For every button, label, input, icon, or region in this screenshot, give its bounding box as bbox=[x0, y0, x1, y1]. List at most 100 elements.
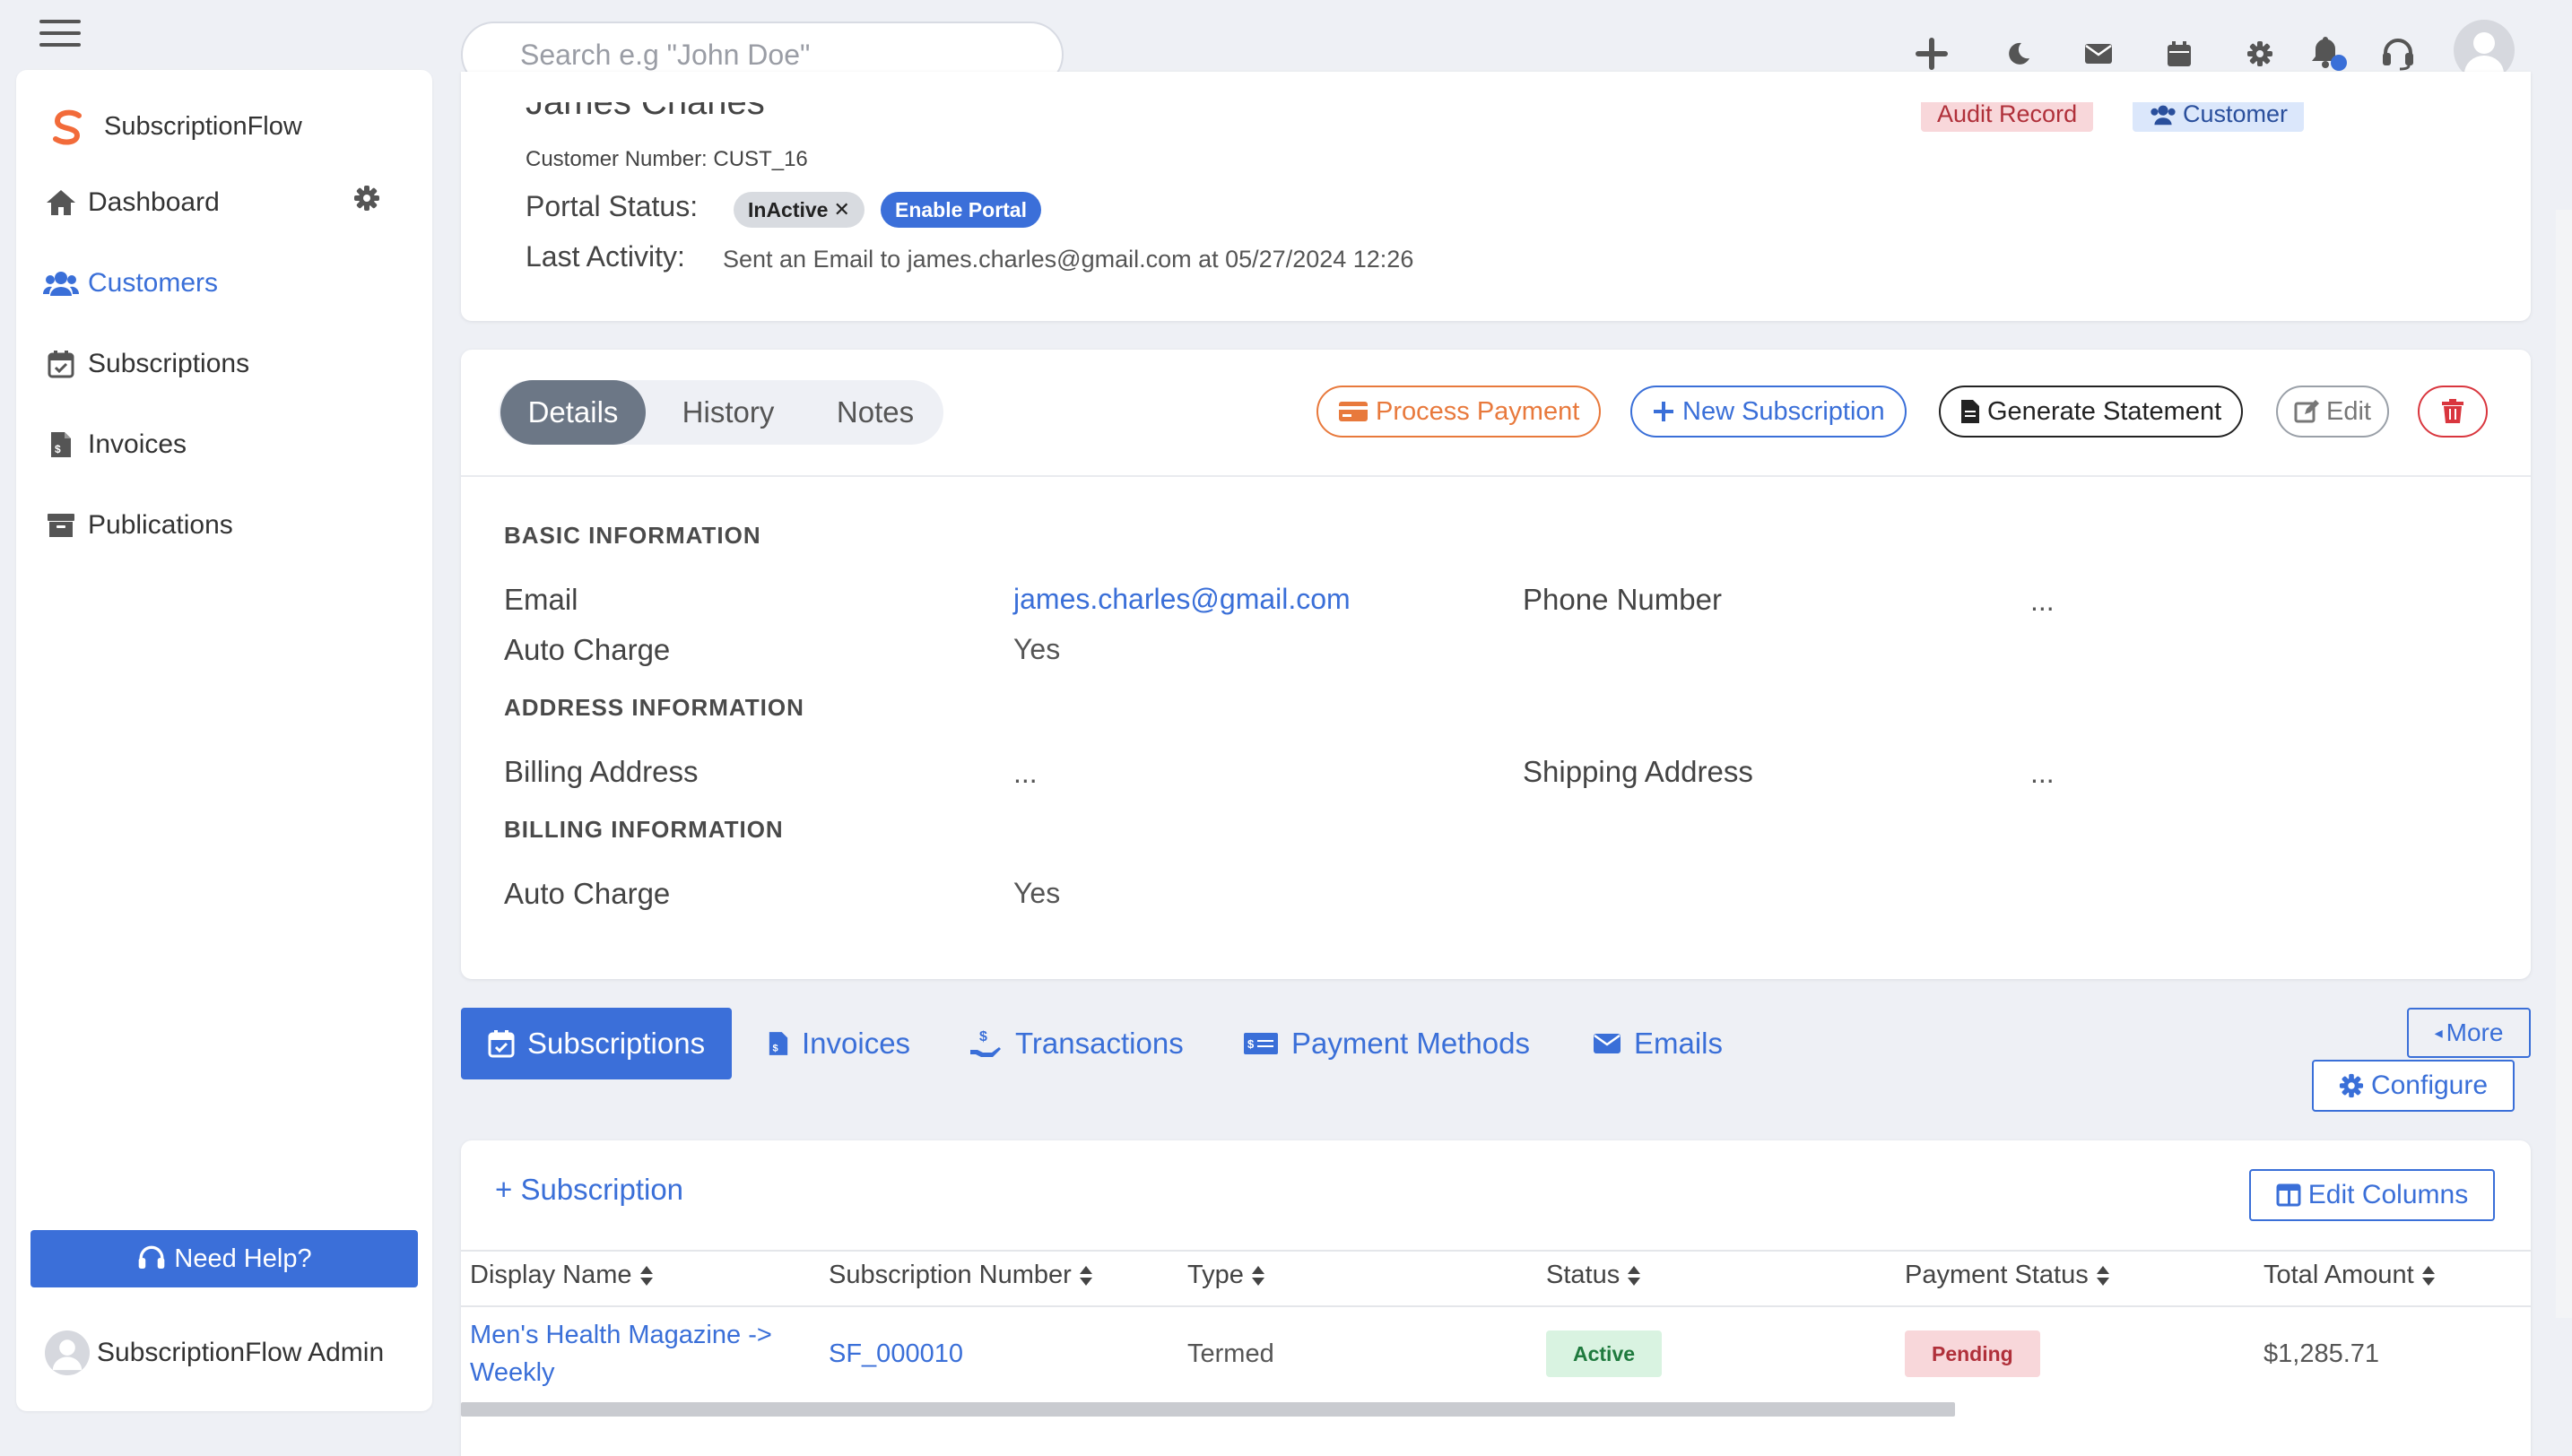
horizontal-scrollbar[interactable] bbox=[461, 1402, 1955, 1417]
credit-card-icon bbox=[1339, 402, 1368, 421]
customer-badge-label: Customer bbox=[2183, 100, 2289, 127]
gear-icon[interactable] bbox=[2238, 32, 2281, 75]
sidebar-item-label: Invoices bbox=[88, 429, 187, 459]
svg-text:$: $ bbox=[1247, 1037, 1255, 1051]
column-header-payment-status[interactable]: Payment Status bbox=[1905, 1261, 2110, 1290]
tab-transactions[interactable]: $ Transactions bbox=[942, 1008, 1211, 1079]
column-header-label: Total Amount bbox=[2264, 1261, 2414, 1289]
envelope-icon[interactable] bbox=[2077, 32, 2120, 75]
display-name-line: Men's Health Magazine -> bbox=[470, 1321, 772, 1349]
tab-label: Payment Methods bbox=[1291, 1027, 1530, 1060]
sidebar-item-dashboard[interactable]: Dashboard bbox=[43, 178, 220, 228]
plus-icon bbox=[1654, 402, 1673, 421]
sidebar-item-invoices[interactable]: $ Invoices bbox=[43, 420, 187, 470]
tab-subscriptions[interactable]: Subscriptions bbox=[461, 1008, 733, 1079]
column-header-subscription-number[interactable]: Subscription Number bbox=[829, 1261, 1093, 1290]
column-header-type[interactable]: Type bbox=[1187, 1261, 1265, 1290]
tab-label: Transactions bbox=[1015, 1027, 1184, 1060]
dashboard-settings-gear-icon[interactable] bbox=[353, 185, 386, 217]
basic-information-heading: BASIC INFORMATION bbox=[504, 522, 761, 549]
brand[interactable]: SubscriptionFlow bbox=[48, 104, 302, 149]
calendar-check-icon bbox=[488, 1030, 515, 1058]
calendar-check-icon bbox=[43, 346, 79, 382]
file-icon bbox=[1961, 400, 1979, 423]
admin-profile[interactable]: SubscriptionFlow Admin bbox=[45, 1330, 384, 1375]
edit-columns-label: Edit Columns bbox=[2307, 1180, 2469, 1209]
bell-icon[interactable] bbox=[2307, 32, 2350, 75]
tab-invoices[interactable]: $ Invoices bbox=[741, 1008, 937, 1079]
tab-payment-methods[interactable]: $ Payment Methods bbox=[1216, 1008, 1557, 1079]
configure-button[interactable]: Configure bbox=[2312, 1060, 2515, 1112]
caret-left-icon: ◂ bbox=[2434, 1023, 2443, 1042]
email-value[interactable]: james.charles@gmail.com bbox=[1013, 583, 1351, 616]
close-icon[interactable]: ✕ bbox=[833, 198, 849, 221]
users-icon bbox=[2151, 105, 2176, 125]
column-header-total-amount[interactable]: Total Amount bbox=[2264, 1261, 2436, 1290]
column-header-display-name[interactable]: Display Name bbox=[470, 1261, 654, 1290]
status-badge: Active bbox=[1546, 1330, 1663, 1377]
need-help-label: Need Help? bbox=[174, 1244, 312, 1273]
portal-status-value: InActive bbox=[748, 197, 829, 221]
add-subscription-link[interactable]: + Subscription bbox=[495, 1173, 683, 1207]
edit-icon bbox=[2294, 400, 2319, 423]
sort-icon bbox=[1079, 1265, 1092, 1286]
hamburger-menu-icon[interactable] bbox=[39, 20, 81, 50]
subscription-number-link[interactable]: SF_000010 bbox=[829, 1335, 963, 1373]
portal-status-label: Portal Status: bbox=[526, 190, 699, 222]
generate-statement-label: Generate Statement bbox=[1987, 396, 2222, 426]
shipping-address-value: ... bbox=[2030, 757, 2055, 789]
process-payment-button[interactable]: Process Payment bbox=[1316, 386, 1602, 438]
generate-statement-button[interactable]: Generate Statement bbox=[1939, 386, 2244, 438]
portal-status-badge[interactable]: InActive ✕ bbox=[734, 192, 865, 228]
svg-text:$: $ bbox=[979, 1029, 987, 1044]
subscription-display-name-link[interactable]: Men's Health Magazine -> Weekly bbox=[470, 1316, 772, 1391]
total-amount: $1,285.71 bbox=[2264, 1339, 2380, 1368]
last-activity-label: Last Activity: bbox=[526, 240, 685, 273]
tab-details[interactable]: Details bbox=[500, 380, 646, 445]
delete-button[interactable] bbox=[2418, 386, 2488, 438]
trash-icon bbox=[2442, 399, 2463, 423]
archive-icon bbox=[43, 507, 79, 543]
sort-icon bbox=[1628, 1265, 1641, 1286]
vertical-scrollbar[interactable] bbox=[2556, 210, 2572, 1318]
headset-icon[interactable] bbox=[2376, 32, 2420, 75]
new-subscription-label: New Subscription bbox=[1682, 396, 1885, 426]
sort-icon bbox=[639, 1265, 653, 1286]
calendar-icon[interactable] bbox=[2158, 32, 2201, 75]
edit-columns-button[interactable]: Edit Columns bbox=[2249, 1169, 2495, 1221]
shipping-address-label: Shipping Address bbox=[1523, 755, 1753, 788]
users-icon bbox=[43, 265, 79, 301]
sidebar-item-publications[interactable]: Publications bbox=[43, 500, 233, 550]
moon-icon[interactable] bbox=[1996, 32, 2039, 75]
email-label: Email bbox=[504, 583, 578, 616]
tab-notes[interactable]: Notes bbox=[807, 380, 943, 445]
sidebar-item-label: Dashboard bbox=[88, 187, 220, 217]
enable-portal-button[interactable]: Enable Portal bbox=[881, 192, 1041, 228]
configure-label: Configure bbox=[2370, 1070, 2489, 1100]
column-header-label: Payment Status bbox=[1905, 1261, 2089, 1289]
svg-text:$: $ bbox=[55, 443, 61, 455]
brand-name: SubscriptionFlow bbox=[104, 111, 302, 141]
column-header-status[interactable]: Status bbox=[1546, 1261, 1641, 1290]
customer-number: Customer Number: CUST_16 bbox=[526, 147, 808, 171]
new-subscription-button[interactable]: New Subscription bbox=[1630, 386, 1907, 438]
tab-label: Emails bbox=[1634, 1027, 1724, 1060]
more-label: More bbox=[2446, 1018, 2504, 1046]
more-button[interactable]: ◂ More bbox=[2407, 1008, 2531, 1058]
sidebar-item-customers[interactable]: Customers bbox=[43, 258, 218, 308]
column-header-label: Status bbox=[1546, 1261, 1621, 1289]
tab-history[interactable]: History bbox=[655, 380, 802, 445]
tab-emails[interactable]: Emails bbox=[1566, 1008, 1750, 1079]
svg-text:$: $ bbox=[773, 1043, 778, 1053]
need-help-button[interactable]: Need Help? bbox=[30, 1230, 418, 1287]
table-header-border bbox=[461, 1305, 2531, 1307]
plus-icon[interactable] bbox=[1910, 32, 1953, 75]
divider bbox=[461, 475, 2531, 477]
display-name-line: Weekly bbox=[470, 1358, 555, 1387]
billing-address-value: ... bbox=[1013, 757, 1038, 789]
file-invoice-icon: $ bbox=[769, 1032, 788, 1055]
sidebar-item-subscriptions[interactable]: Subscriptions bbox=[43, 339, 249, 389]
subscriptionflow-logo-icon bbox=[53, 109, 82, 145]
edit-button[interactable]: Edit bbox=[2276, 386, 2389, 438]
sort-icon bbox=[1251, 1265, 1264, 1286]
